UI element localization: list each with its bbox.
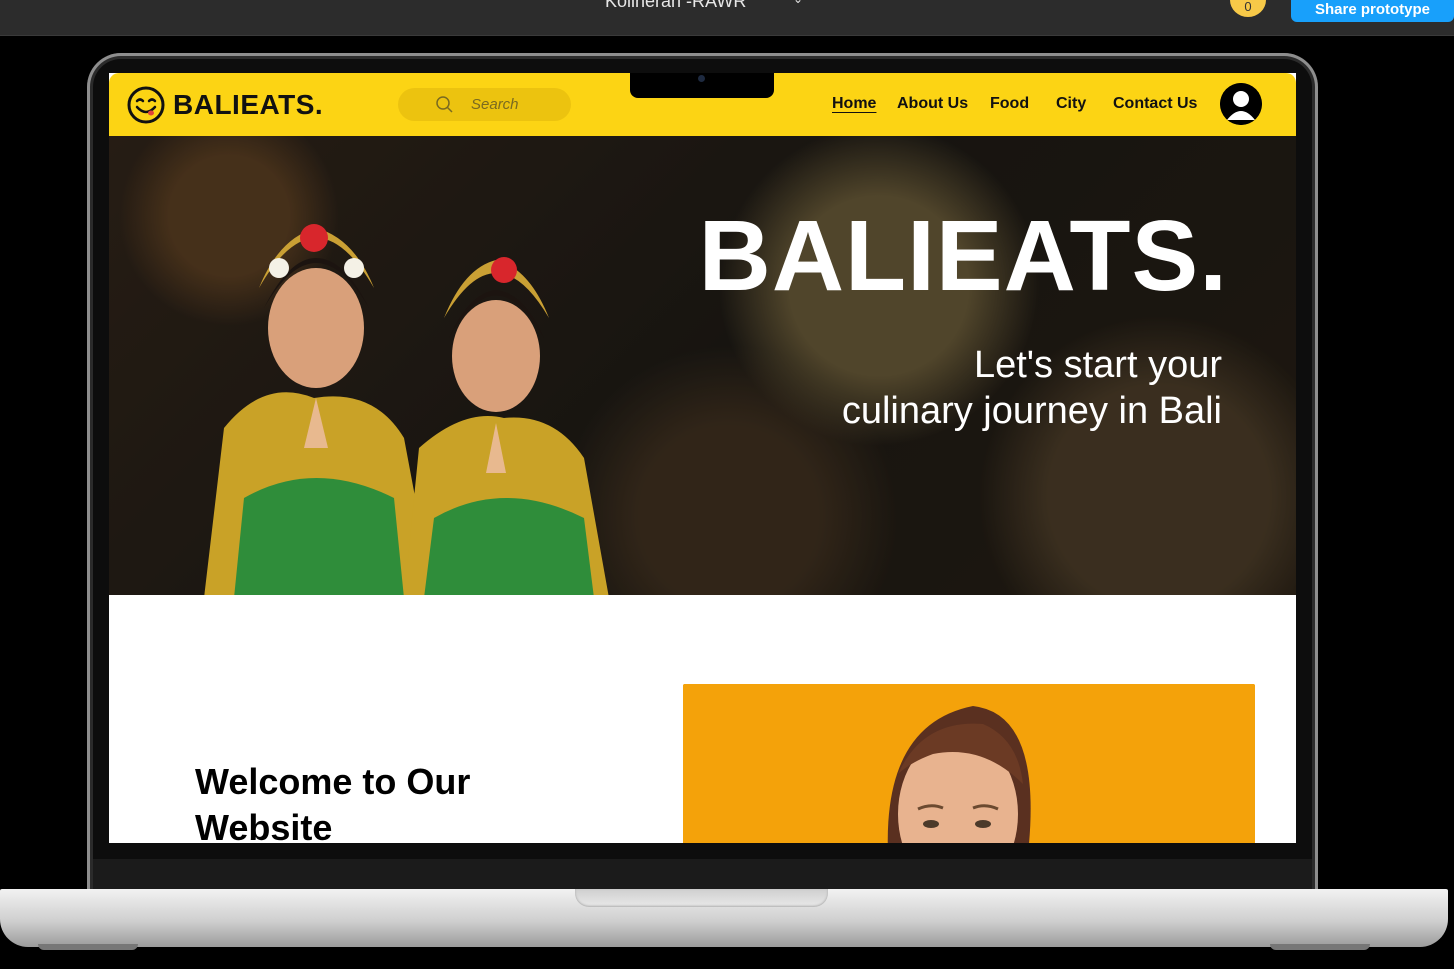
file-title[interactable]: Kolineran -RAWR: [605, 0, 746, 12]
nav-food[interactable]: Food: [990, 95, 1029, 113]
hero-title: BALIEATS.: [698, 200, 1228, 312]
nav-home[interactable]: Home: [832, 95, 876, 113]
search-icon: [436, 96, 453, 113]
welcome-heading: Welcome to Our Website: [195, 759, 555, 843]
hero-subtitle-line: culinary journey in Bali: [841, 390, 1222, 432]
welcome-heading-line: Website: [195, 807, 333, 843]
laptop-foot: [38, 944, 138, 950]
hero-subtitle: Let's start your culinary journey in Bal…: [702, 342, 1222, 434]
viewer-count-badge[interactable]: 0: [1230, 0, 1266, 17]
brand-logo[interactable]: BALIEATS.: [127, 86, 323, 124]
laptop-foot: [1270, 944, 1370, 950]
search-box[interactable]: [398, 88, 571, 121]
brand-name: BALIEATS.: [173, 89, 324, 120]
user-avatar-icon[interactable]: [1220, 83, 1262, 125]
website-screen: BALIEATS. Home About Us Food City Contac…: [109, 73, 1296, 843]
balinese-dancers-image: [204, 224, 609, 595]
nav-city[interactable]: City: [1056, 95, 1086, 113]
camera-notch: [630, 73, 774, 98]
smile-logo-icon: [127, 86, 165, 124]
share-prototype-button[interactable]: Share prototype: [1291, 0, 1454, 22]
prototype-toolbar: Kolineran -RAWR ⌄ 0 Share prototype: [0, 0, 1454, 36]
hero-banner: BALIEATS. Let's start your culinary jour…: [109, 136, 1296, 595]
chevron-down-icon[interactable]: ⌄: [793, 0, 803, 6]
welcome-heading-line: Welcome to Our: [195, 761, 471, 802]
laptop-notch: [575, 889, 828, 907]
laptop-bezel: [93, 859, 1312, 892]
search-input[interactable]: [469, 95, 568, 114]
woman-portrait-image: [683, 684, 1255, 843]
hero-subtitle-line: Let's start your: [973, 344, 1222, 386]
camera-icon: [698, 75, 705, 82]
nav-contact-us[interactable]: Contact Us: [1113, 95, 1197, 113]
nav-about-us[interactable]: About Us: [897, 95, 968, 113]
